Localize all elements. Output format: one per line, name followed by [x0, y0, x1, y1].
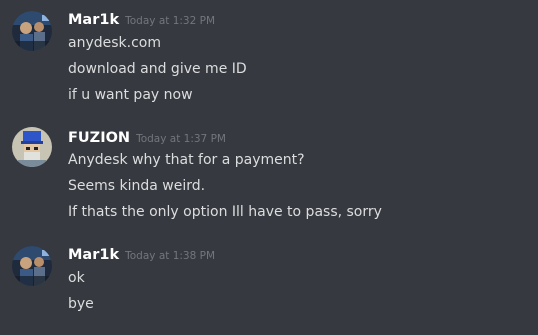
user-avatar[interactable] — [12, 127, 52, 167]
avatar-fuzion-icon — [12, 127, 52, 167]
message-header: Mar1k Today at 1:32 PM — [68, 12, 215, 28]
timestamp[interactable]: Today at 1:37 PM — [136, 133, 226, 145]
message-header: Mar1k Today at 1:38 PM — [68, 247, 215, 263]
username[interactable]: Mar1k — [68, 247, 119, 263]
message-text: bye — [68, 296, 94, 312]
message-text: if u want pay now — [68, 87, 193, 103]
message-text: Seems kinda weird. — [68, 178, 206, 194]
user-avatar[interactable] — [12, 11, 52, 51]
timestamp[interactable]: Today at 1:38 PM — [125, 250, 215, 262]
timestamp[interactable]: Today at 1:32 PM — [125, 15, 215, 27]
message-text: ok — [68, 270, 85, 286]
message-text: If thats the only option Ill have to pas… — [68, 204, 382, 220]
user-avatar[interactable] — [12, 246, 52, 286]
message-text: download and give me ID — [68, 61, 247, 77]
username[interactable]: FUZION — [68, 130, 130, 146]
message-header: FUZION Today at 1:37 PM — [68, 130, 226, 146]
avatar-mar1k-icon — [12, 246, 52, 286]
username[interactable]: Mar1k — [68, 12, 119, 28]
avatar-mar1k-icon — [12, 11, 52, 51]
message-text: anydesk.com — [68, 35, 161, 51]
message-text: Anydesk why that for a payment? — [68, 152, 305, 168]
